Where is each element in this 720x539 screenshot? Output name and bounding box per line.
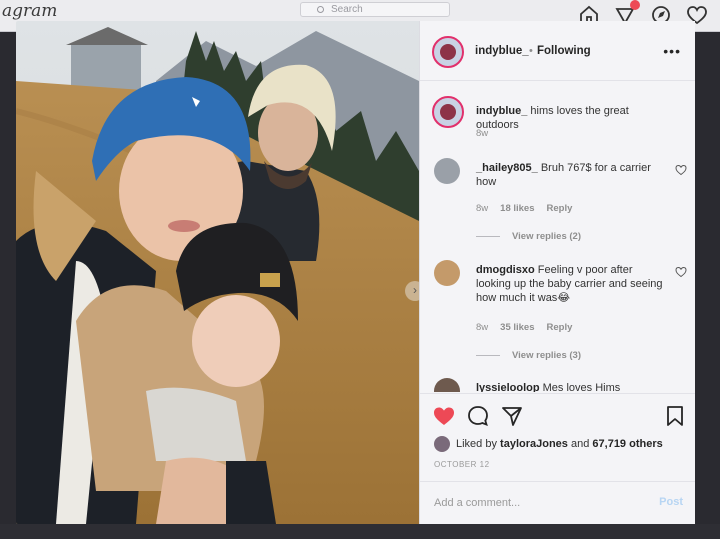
carousel-next-button[interactable]: › — [405, 281, 419, 301]
comment-text: _hailey805_ Bruh 767$ for a carrier how — [476, 161, 666, 189]
comment-meta: 8w 35 likes Reply — [476, 322, 572, 333]
comment-username[interactable]: indyblue_ — [476, 105, 527, 117]
post-header: indyblue_ • Following ••• — [420, 21, 695, 81]
following-button[interactable]: Following — [537, 45, 591, 57]
comment-box[interactable]: Add a comment... Post — [420, 481, 695, 524]
comment-meta: 8w 18 likes Reply — [476, 203, 572, 214]
comment-age: 8w — [476, 322, 489, 333]
add-comment-input[interactable]: Add a comment... — [434, 497, 520, 509]
share-icon[interactable] — [500, 404, 524, 428]
reply-button[interactable]: Reply — [547, 322, 573, 333]
reply-button[interactable]: Reply — [547, 203, 573, 214]
liked-by-user[interactable]: tayloraJones — [500, 438, 568, 450]
liked-by-prefix: Liked by — [456, 438, 497, 450]
like-comment-icon[interactable] — [675, 164, 687, 176]
like-heart-icon[interactable] — [432, 404, 456, 428]
post-actions: Liked by tayloraJones and 67,719 others … — [420, 393, 695, 473]
search-icon — [317, 6, 324, 13]
bookmark-icon[interactable] — [663, 404, 687, 428]
screen-bezel — [0, 524, 720, 539]
liked-by-row: Liked by tayloraJones and 67,719 others — [434, 436, 663, 452]
comments-list[interactable]: indyblue_ hims loves the great outdoors … — [420, 82, 695, 392]
liked-by-others[interactable]: 67,719 others — [592, 438, 662, 450]
comment-text: lyssieloolop Mes loves Hims — [476, 381, 666, 392]
comment-likes[interactable]: 35 likes — [500, 322, 534, 333]
view-replies-button[interactable]: View replies (2) — [476, 231, 581, 242]
comment-body: Mes loves Hims — [542, 382, 621, 392]
search-input[interactable]: Search — [300, 2, 450, 17]
instagram-logo[interactable]: agram — [2, 1, 57, 21]
comment-username[interactable]: dmogdisxo — [476, 264, 535, 276]
caption-meta: 8w — [476, 128, 488, 139]
notification-badge — [630, 0, 640, 10]
author-username[interactable]: indyblue_ — [475, 45, 529, 57]
comment-text: dmogdisxo Feeling v poor after looking u… — [476, 263, 666, 305]
liker-avatar[interactable] — [434, 436, 450, 452]
caption-text: indyblue_ hims loves the great outdoors — [476, 104, 666, 132]
comment-age: 8w — [476, 203, 489, 214]
author-avatar[interactable] — [432, 36, 464, 68]
search-placeholder: Search — [331, 4, 363, 15]
family-selfie-image — [16, 21, 419, 524]
view-replies-label: View replies (2) — [512, 231, 581, 242]
comment-bubble-icon[interactable] — [466, 404, 490, 428]
comment-likes[interactable]: 18 likes — [500, 203, 534, 214]
more-options-icon[interactable]: ••• — [663, 44, 681, 58]
commenter-avatar[interactable] — [434, 260, 460, 286]
post-side-panel: indyblue_ • Following ••• indyblue_ hims… — [419, 21, 695, 524]
comment-username[interactable]: lyssieloolop — [476, 382, 540, 392]
commenter-avatar[interactable] — [434, 378, 460, 392]
like-comment-icon[interactable] — [675, 266, 687, 278]
caption-avatar[interactable] — [432, 96, 464, 128]
liked-by-and: and — [570, 438, 590, 450]
header-separator: • — [529, 45, 533, 57]
commenter-avatar[interactable] — [434, 158, 460, 184]
post-photo[interactable]: › — [16, 21, 419, 524]
comment-age: 8w — [476, 128, 489, 139]
view-replies-button[interactable]: View replies (3) — [476, 350, 581, 361]
comment-username[interactable]: _hailey805_ — [476, 162, 538, 174]
view-replies-label: View replies (3) — [512, 350, 581, 361]
post-date[interactable]: OCTOBER 12 — [434, 460, 490, 469]
post-comment-button[interactable]: Post — [659, 496, 683, 508]
